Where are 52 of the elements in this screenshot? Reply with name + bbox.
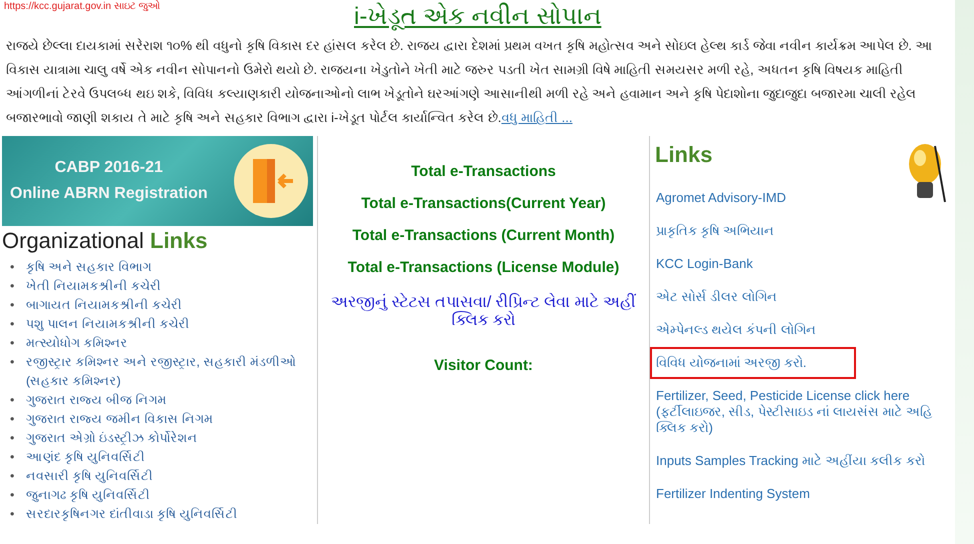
organization-link[interactable]: નવસારી કૃષિ યુનિવર્સિટી [26,467,153,486]
organization-link[interactable]: પશુ પાલન નિયામકશ્રીની કચેરી [26,315,190,334]
organization-link[interactable]: બાગાયત નિયામકશ્રીની કચેરી [26,296,182,315]
quick-link[interactable]: KCC Login-Bank [656,256,934,272]
quick-link[interactable]: એટ સોર્સ ડીલર લોગિન [656,289,934,305]
bullet-marker: • [10,468,16,485]
light-bulb-icon [907,142,947,204]
organization-link[interactable]: ગુજરાત રાજ્ય જમીન વિકાસ નિગમ [26,410,213,429]
intro-paragraph: રાજયે છેલ્લા દાયકામાં સરેરાશ ૧૦% થી વધુનો કૃષિ વિકાસ દર હાંસલ કરેલ છે. રાજય દ્વારા દેશમાં પ્રથમ વખત કૃષિ મહોત્સવ અને સોઇલ હેલ્થ કાર્ડ જેવા નવીન કાર્યક્રમ આપેલ છે. આ વિકાસ યાત્રામા ચાલુ વર્ષે એક નવીન સોપાનનો ઉમેરો થયો છે. રાજયના ખેડુતોને ખેતી માટે જરુર પડતી ખેત સામગ્રી વિષે માહિતી સમયસર મળી રહે, અધતન કૃષિ વિષયક માહિતી આંગળીનાં ટેરવે ઉપલબ્ધ થઇ શકે, વિવિધ કલ્યાણકારી યોજનાઓનો લાભ ખેડૂતોને ઘરઆંગણે આસાનીથી મળી રહે અને હવામાન અને કૃષિ પેદાશોના જુદાજુદા બજારમા ચાલી રહેલ બજારભાવો જાણી શકાય તે માટે કૃષિ અને સહકાર વિભાગ દ્વારા i-ખેડૂત પોર્ટલ કાર્યાન્વિત કરેલ છે.વધુ માહિતી ... [6,36,934,127]
bullet-marker: • [10,449,16,466]
door-icon [233,143,309,219]
links-heading: Links [655,142,712,168]
quick-link[interactable]: પ્રાકૃતિક કૃષિ અભિયાન [656,223,934,239]
organization-link[interactable]: જુનાગઢ કૃષિ યુનિવર્સિટી [26,486,150,505]
section-heading-accent: Links [150,228,208,253]
bullet-marker: • [10,430,16,447]
section-heading: Organizational [2,228,144,253]
banner-title: CABP 2016-21 [54,159,163,177]
organization-link[interactable]: સરદારકૃષિનગર દાંતીવાડા કૃષિ યુનિવર્સિટી [26,505,238,524]
transactions-label: Total e-Transactions (Current Month) [352,226,615,246]
organization-link[interactable]: ગુજરાત એગ્રો ઇંડસ્ટ્રીઝ કોર્પોરેશન [26,429,198,448]
bullet-marker: • [10,259,16,276]
quick-link[interactable]: Agromet Advisory-IMD [656,190,934,206]
site-link[interactable]: https://kcc.gujarat.gov.in સાઇટ જુઓ [4,0,194,14]
more-info-link[interactable]: વધુ માહિતી ... [501,110,572,125]
bullet-marker: • [10,354,16,371]
organization-link[interactable]: કૃષિ અને સહકાર વિભાગ [26,258,152,277]
banner-subtitle: Online ABRN Registration [10,185,208,203]
organization-link[interactable]: મત્સ્યોધોગ કમિશ્નર [26,334,128,353]
visitor-count-label: Visitor Count: [434,356,533,376]
transactions-label: Total e-Transactions (License Module) [348,258,620,278]
organization-link[interactable]: ગુજરાત રાજ્ય બીજ નિગમ [26,391,166,410]
quick-link[interactable]: વિવિધ યોજનામાં અરજી કરો. [656,355,850,371]
bullet-marker: • [10,335,16,352]
bullet-marker: • [10,297,16,314]
organization-link[interactable]: રજીસ્ટ્રાર કમિશ્નર અને રજીસ્ટ્રાર, સહકારી મંડળીઓ (સહકાર કમિશ્નર) [26,353,317,391]
bullet-marker: • [10,506,16,523]
status-link[interactable]: અરજીનું સ્ટેટસ તપાસવા/ રીપ્રિન્ટ લેવા માટે અહીં ક્લિક કરો [318,294,649,330]
organization-link[interactable]: આણંદ કૃષિ યુનિવર્સિટી [26,448,145,467]
bullet-marker: • [10,411,16,428]
page-title: i-ખેડૂત એક નવીન સોપાન [354,2,602,32]
quick-link[interactable]: Inputs Samples Tracking માટે અહીંયા કલીક કરો [656,453,934,469]
bullet-marker: • [10,487,16,504]
transactions-label: Total e-Transactions(Current Year) [361,194,606,214]
bullet-marker: • [10,278,16,295]
quick-link[interactable]: એમ્પેનલ્ડ થયેલ કંપની લોગિન [656,322,934,338]
organization-link[interactable]: ખેતી નિયામકશ્રીની કચેરી [26,277,161,296]
quick-link[interactable]: Fertilizer, Seed, Pesticide License click here (ફર્ટીલાઇજર, સીડ, પેસ્ટીસાઇડ નાં લાયસંસ માટે અહિ ક્લિક કરો) [656,388,934,436]
quick-link[interactable]: Fertilizer Indenting System [656,486,934,502]
bullet-marker: • [10,392,16,409]
transactions-label: Total e-Transactions [411,162,556,182]
bullet-marker: • [10,316,16,333]
